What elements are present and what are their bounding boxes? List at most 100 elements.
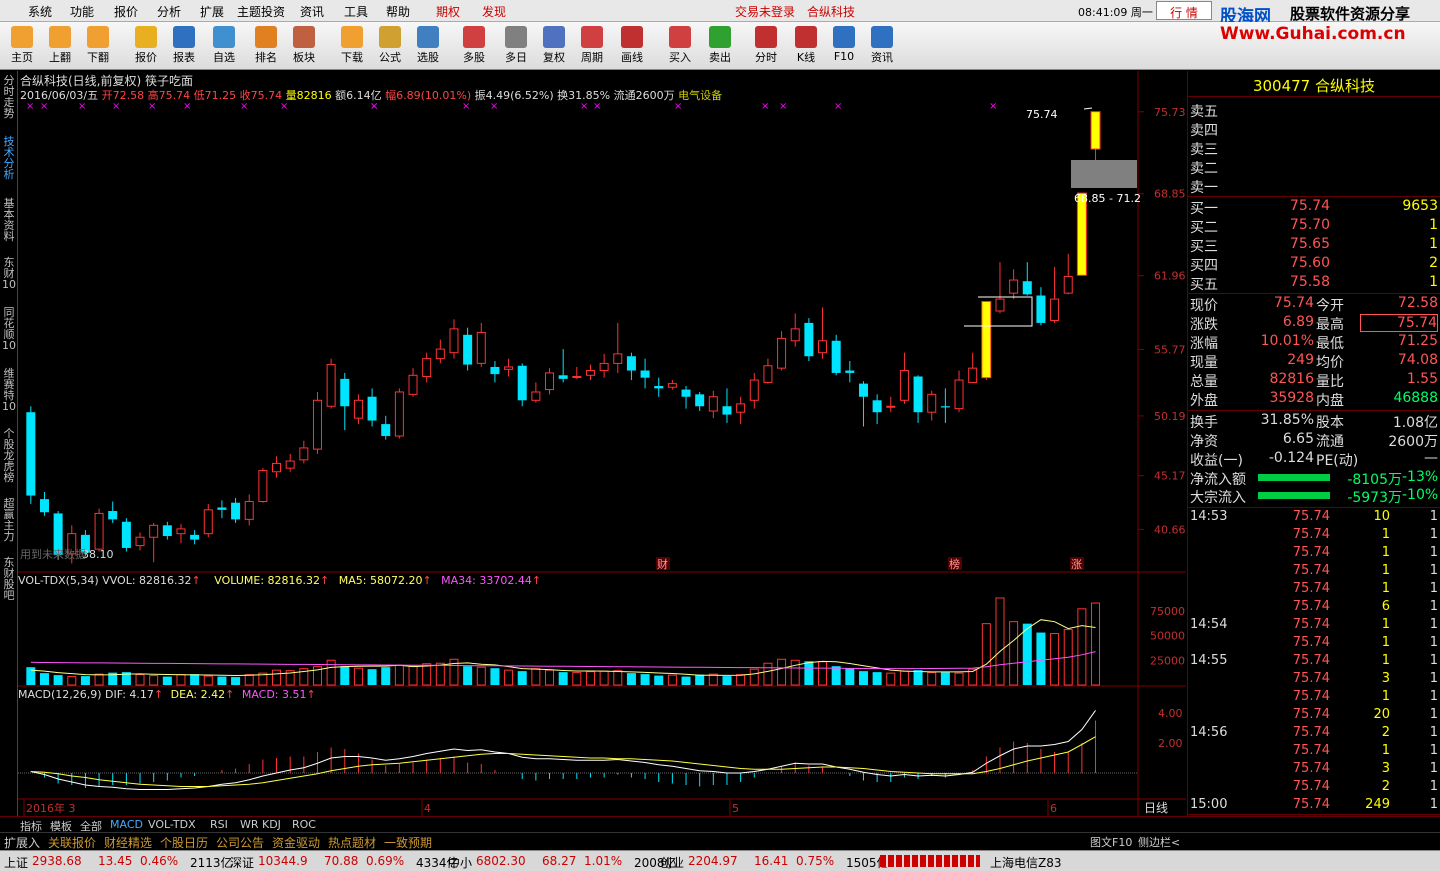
- menu-help[interactable]: 帮助: [386, 3, 410, 20]
- volume-bar: [722, 676, 732, 685]
- leftnav-item-5[interactable]: 维赛特10: [1, 368, 17, 412]
- sell-level-row[interactable]: 卖三: [1190, 139, 1438, 158]
- buy-level-price: 75.74: [1289, 198, 1330, 214]
- toolbar-button-17[interactable]: 卖出: [702, 24, 738, 68]
- menu-system[interactable]: 系统: [28, 3, 52, 20]
- leftnav-item-2[interactable]: 基本资料: [1, 198, 17, 242]
- index-name[interactable]: 上证: [4, 854, 28, 871]
- volume-bar: [736, 674, 746, 686]
- toolbar-button-3[interactable]: 报价: [128, 24, 164, 68]
- extension-tab-0[interactable]: 扩展入: [4, 834, 40, 851]
- indicator-tab-7[interactable]: KDJ: [262, 818, 281, 831]
- toolbar-button-13[interactable]: 复权: [536, 24, 572, 68]
- leftnav-item-7[interactable]: 超赢主力: [1, 498, 17, 542]
- toolbar-button-10[interactable]: 选股: [410, 24, 446, 68]
- buy-level-row[interactable]: 买二 75.70 1: [1190, 217, 1438, 236]
- toolbar-button-14[interactable]: 周期: [574, 24, 610, 68]
- toolbar-button-19[interactable]: K线: [788, 24, 824, 68]
- menu-options[interactable]: 期权: [436, 3, 460, 20]
- market-breadth-bar: [880, 855, 980, 867]
- login-status[interactable]: 交易未登录: [735, 3, 795, 20]
- toolbar-button-11[interactable]: 多股: [456, 24, 492, 68]
- tick-row: 75.74 6 1: [1190, 599, 1438, 617]
- volume-bar: [381, 667, 391, 685]
- extension-tab-2[interactable]: 财经精选: [104, 834, 152, 851]
- tick-price: 75.74: [1292, 797, 1330, 812]
- stat-label-2: 均价: [1316, 355, 1344, 371]
- leftnav-item-8[interactable]: 东财股吧: [1, 557, 17, 601]
- toolbar-button-21[interactable]: 资讯: [864, 24, 900, 68]
- index-name[interactable]: 深证: [230, 854, 254, 871]
- kline-chart-area[interactable]: 75.73 68.85 61.96 55.77 50.19 45.17 40.66 财 榜 涨 × ×…: [18, 71, 1186, 816]
- leftnav-item-1[interactable]: 技术分析: [1, 136, 17, 180]
- toolbar-button-7[interactable]: 板块: [286, 24, 322, 68]
- indicator-tab-5[interactable]: RSI: [210, 818, 228, 831]
- buy-level-row[interactable]: 买四 75.60 2: [1190, 255, 1438, 274]
- sell-level-row[interactable]: 卖四: [1190, 120, 1438, 139]
- toolbar-button-16[interactable]: 买入: [662, 24, 698, 68]
- menu-discover[interactable]: 发现: [482, 3, 506, 20]
- toolbar-button-2[interactable]: 下翻: [80, 24, 116, 68]
- volume-bar: [640, 674, 650, 685]
- menu-news[interactable]: 资讯: [300, 3, 324, 20]
- indicator-tab-8[interactable]: ROC: [292, 818, 316, 831]
- sell-level-row[interactable]: 卖一: [1190, 177, 1438, 196]
- tick-row: 14:55 75.74 1 1: [1190, 653, 1438, 671]
- indicator-tab-4[interactable]: VOL-TDX: [148, 818, 196, 831]
- volume-bar: [995, 597, 1005, 686]
- leftnav-item-6[interactable]: 个股龙虎榜: [1, 428, 17, 483]
- indicator-tab-6[interactable]: WR: [240, 818, 259, 831]
- macd-axis-label: 4.00: [1158, 707, 1183, 720]
- chart-svg[interactable]: 75.73 68.85 61.96 55.77 50.19 45.17 40.66 财 榜 涨 × ×…: [18, 71, 1186, 816]
- period-label[interactable]: 日线: [1144, 799, 1168, 816]
- toolbar-button-8[interactable]: 下载: [334, 24, 370, 68]
- extension-tab-3[interactable]: 个股日历: [160, 834, 208, 851]
- toolbar-button-15[interactable]: 画线: [614, 24, 650, 68]
- event-marker-label: 榜: [949, 557, 960, 571]
- menu-quote[interactable]: 报价: [114, 3, 138, 20]
- leftnav-item-3[interactable]: 东财10: [1, 257, 17, 290]
- sell-level-row[interactable]: 卖二: [1190, 158, 1438, 177]
- tick-row: 15:00 75.74 249 1: [1190, 797, 1438, 815]
- index-change: 13.45: [98, 854, 133, 868]
- toolbar-button-18[interactable]: 分时: [748, 24, 784, 68]
- info-amplitude: 振4.49(6.52%): [474, 89, 554, 102]
- indicator-tab-3[interactable]: MACD: [110, 818, 143, 831]
- extension-tab-1[interactable]: 关联报价: [48, 834, 96, 851]
- extension-tab-5[interactable]: 资金驱动: [272, 834, 320, 851]
- leftnav-item-4[interactable]: 同花顺10: [1, 307, 17, 351]
- buy-level-row[interactable]: 买五 75.58 1: [1190, 274, 1438, 293]
- buy-level-row[interactable]: 买一 75.74 9653: [1190, 198, 1438, 217]
- toolbar-button-0[interactable]: 主页: [4, 24, 40, 68]
- toolbar-button-1[interactable]: 上翻: [42, 24, 78, 68]
- toolbar-button-20[interactable]: F10: [826, 24, 862, 68]
- toolbar-button-9[interactable]: 公式: [372, 24, 408, 68]
- toolbar-button-5[interactable]: 自选: [206, 24, 242, 68]
- menu-function[interactable]: 功能: [70, 3, 94, 20]
- f10-tab[interactable]: 图文F10: [1090, 834, 1132, 850]
- extension-tab-4[interactable]: 公司公告: [216, 834, 264, 851]
- menu-tools[interactable]: 工具: [344, 3, 368, 20]
- tick-row: 75.74 1 1: [1190, 545, 1438, 563]
- index-name[interactable]: 中小: [448, 854, 472, 871]
- menu-theme[interactable]: 主题投资: [237, 3, 285, 20]
- sidebar-toggle[interactable]: 侧边栏<: [1138, 834, 1180, 850]
- buy-level-row[interactable]: 买三 75.65 1: [1190, 236, 1438, 255]
- index-amount: 2113亿: [190, 856, 233, 870]
- price-axis-label: 40.66: [1154, 523, 1186, 536]
- toolbar-icon-4: [173, 26, 195, 48]
- quote-tab[interactable]: 行 情: [1156, 1, 1212, 20]
- toolbar-button-4[interactable]: 报表: [166, 24, 202, 68]
- toolbar-button-12[interactable]: 多日: [498, 24, 534, 68]
- index-name[interactable]: 创业: [660, 854, 684, 871]
- tick-volume: 2: [1381, 725, 1390, 740]
- toolbar-icon-17: [709, 26, 731, 48]
- menu-analysis[interactable]: 分析: [157, 3, 181, 20]
- toolbar-button-6[interactable]: 排名: [248, 24, 284, 68]
- extension-tab-6[interactable]: 热点题材: [328, 834, 376, 851]
- sell-level-row[interactable]: 卖五: [1190, 101, 1438, 120]
- extension-tab-7[interactable]: 一致预期: [384, 834, 432, 851]
- menu-extend[interactable]: 扩展: [200, 3, 224, 20]
- volume-bar: [654, 675, 664, 685]
- leftnav-item-0[interactable]: 分时走势: [1, 75, 17, 119]
